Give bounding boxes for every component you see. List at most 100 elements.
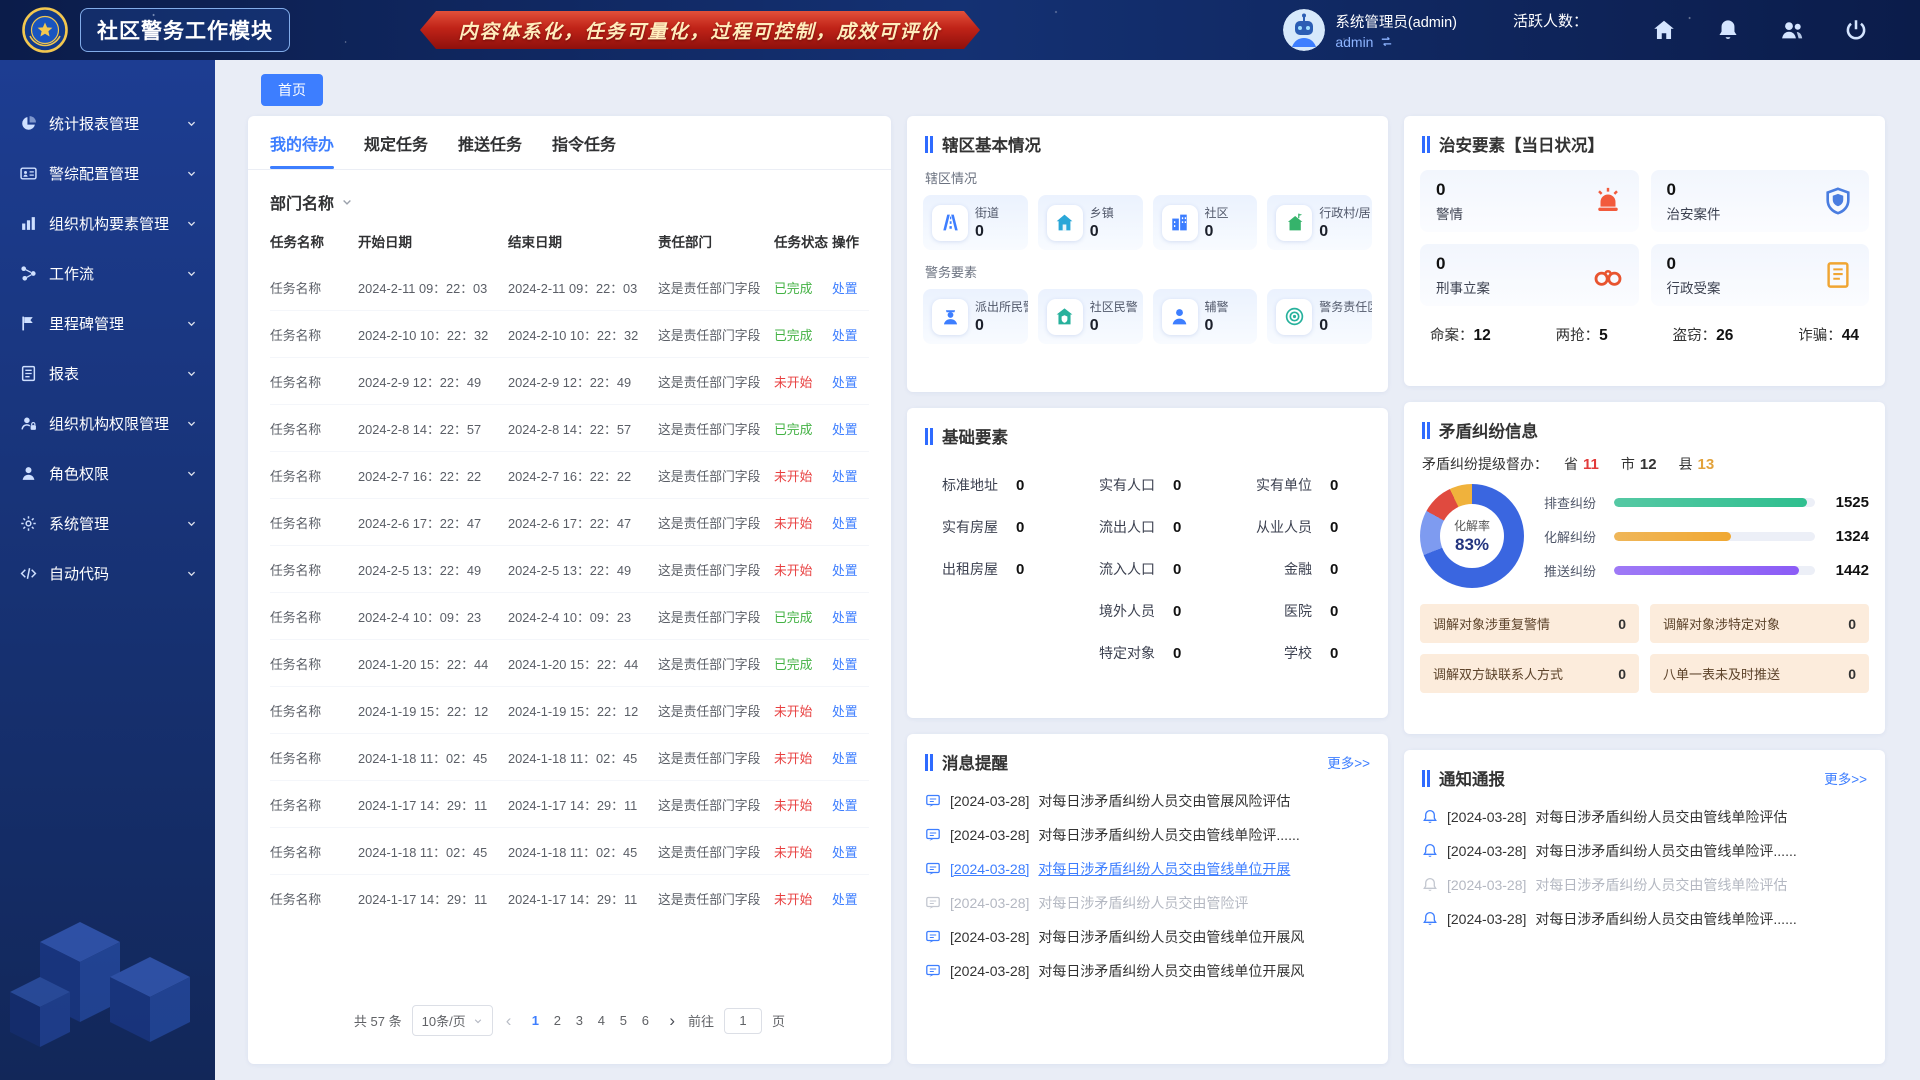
stat-texts: 辅警0 <box>1205 298 1229 335</box>
logout-power-icon[interactable] <box>1844 18 1868 42</box>
task-action-link[interactable]: 处置 <box>832 466 868 485</box>
switch-user-icon[interactable] <box>1379 34 1394 49</box>
task-end-cell: 2024-2-9 12：22：49 <box>508 372 658 391</box>
donut-label: 化解率 <box>1454 517 1490 534</box>
users-icon[interactable] <box>1780 18 1804 42</box>
task-action-link[interactable]: 处置 <box>832 701 868 720</box>
task-start-cell: 2024-2-6 17：22：47 <box>358 513 508 532</box>
supervise-label: 矛盾纠纷提级督办： <box>1422 454 1548 474</box>
next-page-button[interactable]: › <box>666 1012 678 1029</box>
police-officer-icon <box>940 306 961 327</box>
page-number[interactable]: 3 <box>568 1011 590 1030</box>
dispute-button[interactable]: 调解对象涉特定对象0 <box>1650 604 1869 643</box>
stat-icon-box <box>1162 299 1198 335</box>
user-avatar[interactable] <box>1283 9 1325 51</box>
task-end-cell: 2024-1-17 14：29：11 <box>508 795 658 814</box>
tab-required-tasks[interactable]: 规定任务 <box>364 116 428 169</box>
message-text: 对每日涉矛盾纠纷人员交由管线单位开展风 <box>1038 961 1304 981</box>
page-size-select[interactable]: 10条/页 <box>412 1005 493 1036</box>
page-number[interactable]: 4 <box>590 1011 612 1030</box>
stat-tile[interactable]: 乡镇0 <box>1038 195 1143 250</box>
task-action-link[interactable]: 处置 <box>832 654 868 673</box>
task-action-link[interactable]: 处置 <box>832 513 868 532</box>
notice-item[interactable]: [2024-03-28]对每日涉矛盾纠纷人员交由管线单险评估 <box>1422 868 1867 902</box>
notices-more-link[interactable]: 更多>> <box>1824 768 1867 788</box>
message-item[interactable]: [2024-03-28]对每日涉矛盾纠纷人员交由管展风险评估 <box>925 784 1370 818</box>
stat-tile[interactable]: 警务责任区0 <box>1267 289 1372 344</box>
task-action-link[interactable]: 处置 <box>832 889 868 908</box>
notice-item[interactable]: [2024-03-28]对每日涉矛盾纠纷人员交由管线单险评估 <box>1422 800 1867 834</box>
page-size-value: 10条/页 <box>422 1011 466 1030</box>
task-action-link[interactable]: 处置 <box>832 748 868 767</box>
page-number[interactable]: 6 <box>634 1011 656 1030</box>
prev-page-button[interactable]: ‹ <box>503 1012 515 1029</box>
task-action-link[interactable]: 处置 <box>832 842 868 861</box>
stat-tile[interactable]: 街道0 <box>923 195 1028 250</box>
task-action-link[interactable]: 处置 <box>832 372 868 391</box>
tab-push-tasks[interactable]: 推送任务 <box>458 116 522 169</box>
goto-page-input[interactable] <box>724 1008 762 1034</box>
notice-item[interactable]: [2024-03-28]对每日涉矛盾纠纷人员交由管线单险评...... <box>1422 834 1867 868</box>
dispute-button-label: 调解对象涉特定对象 <box>1663 614 1780 633</box>
column-header: 开始日期 <box>358 231 508 251</box>
message-item[interactable]: [2024-03-28]对每日涉矛盾纠纷人员交由管线单位开展风 <box>925 954 1370 988</box>
message-item[interactable]: [2024-03-28]对每日涉矛盾纠纷人员交由管线单位开展 <box>925 852 1370 886</box>
sidebar-item-workflow[interactable]: 工作流 <box>0 248 215 298</box>
task-action-link[interactable]: 处置 <box>832 278 868 297</box>
stat-tile[interactable]: 社区民警0 <box>1038 289 1143 344</box>
stat-tile[interactable]: 派出所民警0 <box>923 289 1028 344</box>
stat-tile[interactable]: 辅警0 <box>1153 289 1258 344</box>
message-date: [2024-03-28] <box>950 861 1029 877</box>
org-chart-icon <box>20 215 37 232</box>
message-date: [2024-03-28] <box>950 929 1029 945</box>
sidebar-item-auto-code[interactable]: 自动代码 <box>0 548 215 598</box>
notice-text: 对每日涉矛盾纠纷人员交由管线单险评...... <box>1535 909 1796 929</box>
home-tab[interactable]: 首页 <box>261 74 323 106</box>
sidebar-item-role-permission[interactable]: 角色权限 <box>0 448 215 498</box>
home-icon[interactable] <box>1652 18 1676 42</box>
security-tile[interactable]: 0刑事立案 <box>1420 244 1639 306</box>
stat-icon-box <box>1047 299 1083 335</box>
sidebar-item-police-config[interactable]: 警综配置管理 <box>0 148 215 198</box>
task-action-link[interactable]: 处置 <box>832 325 868 344</box>
message-item[interactable]: [2024-03-28]对每日涉矛盾纠纷人员交由管线单位开展风 <box>925 920 1370 954</box>
tab-my-todo[interactable]: 我的待办 <box>270 116 334 169</box>
security-texts: 0行政受案 <box>1667 254 1721 297</box>
sidebar-item-report[interactable]: 报表 <box>0 348 215 398</box>
task-end-cell: 2024-2-7 16：22：22 <box>508 466 658 485</box>
card-title: 通知通报 <box>1439 766 1505 790</box>
task-action-link[interactable]: 处置 <box>832 419 868 438</box>
notifications-bell-icon[interactable] <box>1716 18 1740 42</box>
messages-more-link[interactable]: 更多>> <box>1327 752 1370 772</box>
page-number[interactable]: 5 <box>612 1011 634 1030</box>
security-tile[interactable]: 0行政受案 <box>1651 244 1870 306</box>
message-item[interactable]: [2024-03-28]对每日涉矛盾纠纷人员交由管险评 <box>925 886 1370 920</box>
security-tile[interactable]: 0治安案件 <box>1651 170 1870 232</box>
dispute-button[interactable]: 八单一表未及时推送0 <box>1650 654 1869 693</box>
sidebar-item-stats-report[interactable]: 统计报表管理 <box>0 98 215 148</box>
dispute-button[interactable]: 调解对象涉重复警情0 <box>1420 604 1639 643</box>
sidebar-item-org-permission[interactable]: 组织机构权限管理 <box>0 398 215 448</box>
task-action-link[interactable]: 处置 <box>832 560 868 579</box>
stat-tile[interactable]: 社区0 <box>1153 195 1258 250</box>
sidebar-item-org-elements[interactable]: 组织机构要素管理 <box>0 198 215 248</box>
dispute-button[interactable]: 调解双方缺联系人方式0 <box>1420 654 1639 693</box>
username-switcher[interactable]: admin <box>1335 34 1457 50</box>
sidebar-item-milestone[interactable]: 里程碑管理 <box>0 298 215 348</box>
stat-tile[interactable]: 行政村/居0 <box>1267 195 1372 250</box>
security-tile[interactable]: 0警情 <box>1420 170 1639 232</box>
slogan-text: 内容体系化，任务可量化，过程可控制，成效可评价 <box>458 17 941 44</box>
page-number[interactable]: 1 <box>524 1011 546 1030</box>
task-start-cell: 2024-2-7 16：22：22 <box>358 466 508 485</box>
message-item[interactable]: [2024-03-28]对每日涉矛盾纠纷人员交由管线单险评...... <box>925 818 1370 852</box>
page-number[interactable]: 2 <box>546 1011 568 1030</box>
task-action-link[interactable]: 处置 <box>832 795 868 814</box>
task-name-cell: 任务名称 <box>270 466 358 485</box>
tab-command-tasks[interactable]: 指令任务 <box>552 116 616 169</box>
department-filter[interactable]: 部门名称 <box>248 170 891 218</box>
task-action-link[interactable]: 处置 <box>832 607 868 626</box>
basic-element-value: 0 <box>1173 645 1195 662</box>
sidebar-item-system[interactable]: 系统管理 <box>0 498 215 548</box>
notice-item[interactable]: [2024-03-28]对每日涉矛盾纠纷人员交由管线单险评...... <box>1422 902 1867 936</box>
notice-bell-icon <box>1422 911 1438 927</box>
